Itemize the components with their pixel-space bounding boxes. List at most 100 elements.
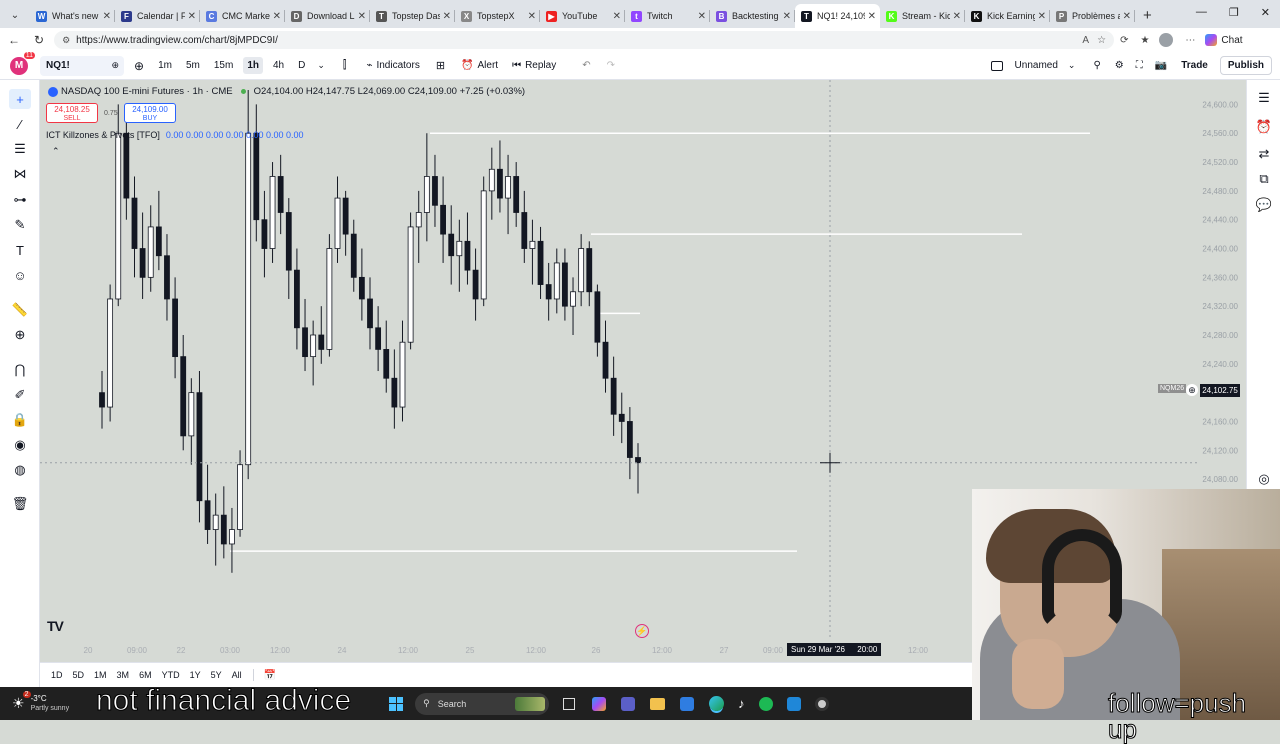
browser-tab[interactable]: F Calendar | Fo✕ (115, 4, 200, 28)
chat-icon[interactable]: 💬 (1255, 196, 1273, 214)
range-5d[interactable]: 5D (68, 670, 90, 680)
range-all[interactable]: All (227, 670, 247, 680)
templates-icon[interactable]: ⊞ (436, 59, 445, 72)
interval-1h[interactable]: 1h (243, 57, 263, 74)
undo-icon[interactable]: ↶ (582, 60, 590, 71)
date-range-calendar-icon[interactable]: 📅 (264, 670, 276, 681)
range-6m[interactable]: 6M (134, 670, 157, 680)
tab-close-icon[interactable]: ✕ (1038, 11, 1046, 22)
trade-button[interactable]: Trade (1181, 60, 1208, 71)
restore-icon[interactable]: ❐ (1229, 6, 1239, 19)
store-icon[interactable] (680, 696, 695, 711)
buy-button[interactable]: 24,109.00 BUY (124, 103, 176, 123)
weather-widget[interactable]: ☀ 2 -3°C Partly sunny (12, 691, 69, 714)
fullscreen-icon[interactable]: ⛶ (1136, 60, 1143, 71)
redo-icon[interactable]: ↷ (607, 60, 615, 71)
tab-close-icon[interactable]: ✕ (103, 11, 111, 22)
browser-tab[interactable]: T NQ1! 24,109 ✕ (795, 4, 880, 28)
compare-symbol-icon[interactable]: ⊕ (134, 59, 144, 73)
tab-close-icon[interactable]: ✕ (868, 11, 876, 22)
new-tab-button[interactable]: + (1143, 7, 1152, 24)
tab-close-icon[interactable]: ✕ (528, 11, 536, 22)
tab-close-icon[interactable]: ✕ (783, 11, 791, 22)
object-tree-icon[interactable]: ◍ (9, 460, 31, 480)
interval-5m[interactable]: 5m (182, 57, 204, 74)
quick-search-icon[interactable]: ⚲ (1093, 60, 1100, 71)
close-window-icon[interactable]: ✕ (1261, 6, 1270, 19)
browser-tab[interactable]: T Topstep Dash✕ (370, 4, 455, 28)
watchlist-icon[interactable]: ☰ (1255, 89, 1273, 107)
tab-close-icon[interactable]: ✕ (273, 11, 281, 22)
pattern-tool-icon[interactable]: ⋈ (9, 164, 31, 184)
tab-list-button[interactable]: ⌄ (4, 4, 26, 26)
chart-type-icon[interactable]: ⫿ (343, 59, 347, 72)
target-icon[interactable]: ◎ (1255, 470, 1273, 488)
zoom-in-tool-icon[interactable]: ⊕ (9, 325, 31, 345)
tab-close-icon[interactable]: ✕ (358, 11, 366, 22)
indicators-button[interactable]: ⌁ Indicators (360, 55, 425, 77)
user-avatar[interactable]: M 11 (10, 51, 35, 75)
browser-tab[interactable]: t Twitch ✕ (625, 4, 710, 28)
range-1y[interactable]: 1Y (185, 670, 206, 680)
interval-1m[interactable]: 1m (154, 57, 176, 74)
browser-tab[interactable]: X TopstepX ✕ (455, 4, 540, 28)
lock-drawings-icon[interactable]: 🔒 (9, 410, 31, 430)
file-explorer-icon[interactable] (650, 697, 666, 710)
layout-icon[interactable] (990, 60, 1003, 71)
copilot-taskbar-icon[interactable] (592, 696, 607, 711)
sell-button[interactable]: 24,108.25 SELL (46, 103, 98, 123)
interval-4h[interactable]: 4h (269, 57, 288, 74)
start-windows-icon[interactable] (389, 696, 404, 711)
tradingview-logo[interactable]: TV (47, 618, 64, 634)
tab-close-icon[interactable]: ✕ (953, 11, 961, 22)
profile-avatar[interactable] (1159, 33, 1174, 47)
range-ytd[interactable]: YTD (157, 670, 185, 680)
copilot-icon[interactable] (1205, 34, 1218, 46)
tab-close-icon[interactable]: ✕ (188, 11, 196, 22)
menu-dots-icon[interactable]: ⋯ (1185, 35, 1195, 46)
trend-line-tool-icon[interactable]: ⁄ (9, 114, 31, 134)
browser-tab[interactable]: W What's new i ✕ (30, 4, 115, 28)
app-icon[interactable] (786, 696, 801, 711)
tab-close-icon[interactable]: ✕ (1123, 11, 1131, 22)
publish-button[interactable]: Publish (1219, 56, 1272, 75)
browser-tab[interactable]: D Download Lit ✕ (285, 4, 370, 28)
range-5y[interactable]: 5Y (206, 670, 227, 680)
lightning-icon[interactable]: ⚡ (635, 624, 649, 638)
minimize-icon[interactable]: — (1196, 6, 1207, 19)
layout-dropdown-icon[interactable]: ⌄ (1068, 60, 1076, 71)
reload-icon[interactable]: ↻ (34, 33, 44, 47)
task-view-icon[interactable] (563, 697, 576, 710)
browser-tab[interactable]: B Backtesting s✕ (710, 4, 795, 28)
browser-tab[interactable]: ▶ YouTube ✕ (540, 4, 625, 28)
browser-tab[interactable]: P Problèmes aj ✕ (1050, 4, 1135, 28)
text-tool-icon[interactable]: T (9, 240, 31, 260)
settings-gear-icon[interactable]: ⚙ (1115, 60, 1124, 71)
favorite-star-icon[interactable]: ☆ (1097, 35, 1106, 46)
favorites-icon[interactable]: ★ (1140, 35, 1149, 46)
interval-dropdown-icon[interactable]: ⌄ (317, 60, 325, 71)
forecast-tool-icon[interactable]: ⊶ (9, 190, 31, 210)
spotify-icon[interactable] (758, 696, 773, 711)
stay-drawing-tool-icon[interactable]: ✐ (9, 385, 31, 405)
layers-icon[interactable]: ⧉ (1255, 170, 1273, 188)
magnet-tool-icon[interactable]: ⋂ (9, 360, 31, 380)
range-1d[interactable]: 1D (46, 670, 68, 680)
snapshot-camera-icon[interactable]: 📷 (1155, 60, 1167, 71)
brush-tool-icon[interactable]: ✎ (9, 215, 31, 235)
address-field[interactable]: ⚙ https://www.tradingview.com/chart/8jMP… (54, 31, 1115, 49)
teams-icon[interactable] (621, 696, 636, 711)
add-alert-plus-icon[interactable]: ⊕ (1186, 384, 1198, 396)
data-window-icon[interactable]: ⇄ (1255, 145, 1273, 163)
layout-name[interactable]: Unnamed (1015, 60, 1058, 71)
legend-title[interactable]: NASDAQ 100 E-mini Futures · 1h · CME (61, 86, 233, 97)
replay-button[interactable]: ⏮ Replay (506, 55, 562, 77)
collapse-legend-icon[interactable]: ⌃ (52, 146, 60, 157)
fib-tool-icon[interactable]: ☰ (9, 139, 31, 159)
hide-drawings-icon[interactable]: ◉ (9, 435, 31, 455)
ruler-tool-icon[interactable]: 📏 (9, 300, 31, 320)
crosshair-tool-icon[interactable]: + (9, 89, 31, 109)
symbol-search[interactable]: NQ1! ⊕ (40, 55, 124, 76)
interval-15m[interactable]: 15m (210, 57, 237, 74)
edge-icon[interactable] (709, 696, 725, 711)
